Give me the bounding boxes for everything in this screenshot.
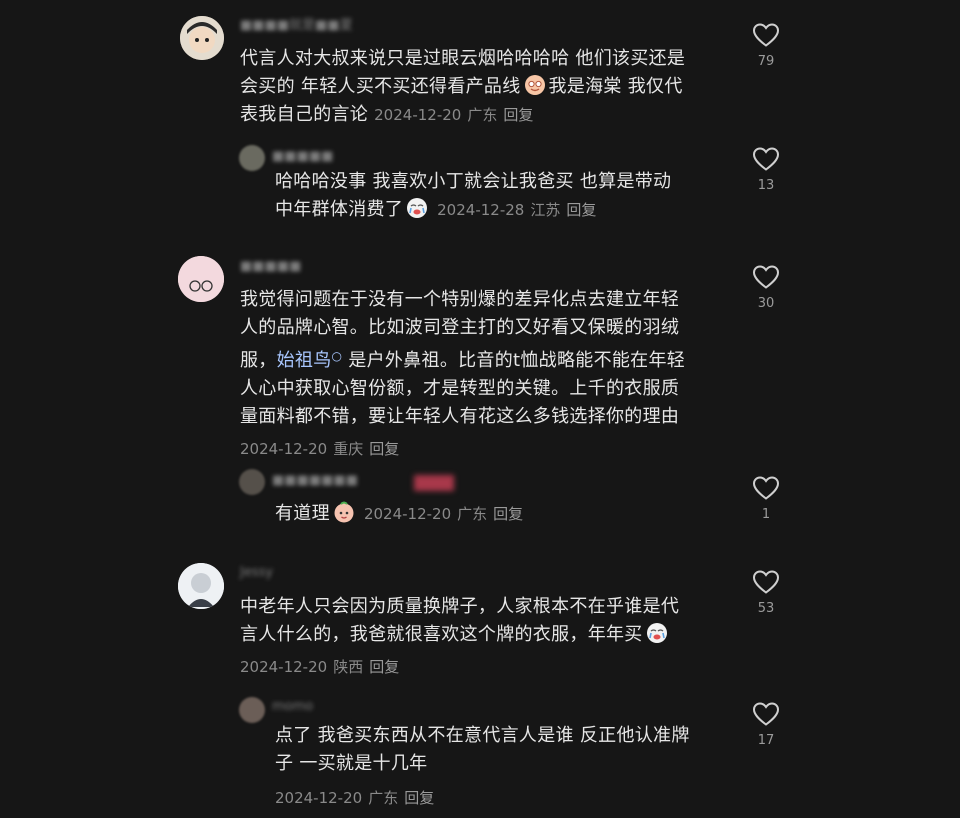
reply-button[interactable]: 回复: [369, 658, 399, 676]
reply-button[interactable]: 回复: [404, 789, 434, 807]
avatar[interactable]: [239, 469, 265, 495]
comment-location: 广东: [457, 505, 488, 523]
heart-outline-icon: [752, 147, 780, 171]
search-link[interactable]: 始祖鸟: [277, 350, 332, 371]
emoji-sticker-icon: [646, 622, 668, 644]
comment-date: 2024-12-20: [275, 789, 363, 807]
like-count: 30: [757, 296, 775, 311]
username[interactable]: ■■■■■: [272, 148, 333, 166]
username[interactable]: ■■■■■■■: [272, 472, 358, 490]
avatar[interactable]: [180, 16, 224, 60]
comment-location: 广东: [467, 106, 498, 124]
comment-text: 中老年人只会因为质量换牌子，人家根本不在乎谁是代 言人什么的，我爸就很喜欢这个牌…: [240, 596, 680, 676]
reply-button[interactable]: 回复: [566, 201, 596, 219]
username[interactable]: ■■■■就是■■夏: [240, 17, 353, 35]
avatar[interactable]: [239, 145, 265, 171]
heart-outline-icon: [752, 265, 780, 289]
reply-button[interactable]: 回复: [493, 505, 523, 523]
comment-date: 2024-12-20: [240, 658, 328, 676]
like-count: 13: [757, 178, 775, 193]
comment-text: 代言人对大叔来说只是过眼云烟哈哈哈哈 他们该买还是 会买的 年轻人买不买还得看产…: [240, 48, 686, 125]
comment-location: 广东: [368, 789, 399, 807]
comment-list: ■■■■就是■■夏 代言人对大叔来说只是过眼云烟哈哈哈哈 他们该买还是 会买的 …: [0, 0, 960, 818]
username[interactable]: Jessy: [240, 564, 273, 582]
emoji-sticker-icon: [406, 197, 428, 219]
comment-text: 点了 我爸买东西从不在意代言人是谁 反正他认准牌 子 一买就是十几年 2024-…: [275, 725, 690, 807]
avatar[interactable]: [178, 256, 224, 302]
like-button[interactable]: 1: [746, 475, 786, 522]
heart-outline-icon: [752, 23, 780, 47]
heart-outline-icon: [752, 570, 780, 594]
comment-location: 重庆: [333, 440, 364, 458]
username[interactable]: momo: [272, 698, 313, 716]
comment-text: 我觉得问题在于没有一个特别爆的差异化点去建立年轻 人的品牌心智。比如波司登主打的…: [240, 289, 686, 458]
avatar[interactable]: [239, 697, 265, 723]
search-link-icon: ○: [331, 349, 343, 363]
reply-button[interactable]: 回复: [503, 106, 533, 124]
emoji-sticker-icon: [524, 74, 546, 96]
comment-text: 哈哈哈没事 我喜欢小丁就会让我爸买 也算是带动 中年群体消费了 2024-12-…: [275, 171, 672, 220]
comment-text: 有道理 2024-12-20 广东 回复: [275, 501, 524, 524]
comment-date: 2024-12-20: [374, 106, 462, 124]
like-button[interactable]: 30: [746, 264, 786, 311]
comment-location: 陕西: [333, 658, 364, 676]
heart-outline-icon: [752, 702, 780, 726]
like-button[interactable]: 17: [746, 701, 786, 748]
heart-outline-icon: [752, 476, 780, 500]
like-count: 1: [761, 507, 771, 522]
comment-date: 2024-12-20: [240, 440, 328, 458]
like-count: 53: [757, 601, 775, 616]
username[interactable]: ■■■■■: [240, 258, 301, 276]
like-count: 17: [757, 733, 775, 748]
comment-date: 2024-12-20: [363, 505, 452, 523]
like-button[interactable]: 13: [746, 146, 786, 193]
reply-button[interactable]: 回复: [369, 440, 399, 458]
avatar[interactable]: [178, 563, 224, 609]
like-count: 79: [757, 54, 775, 69]
comment-date: 2024-12-28: [437, 201, 525, 219]
comment-location: 江苏: [530, 201, 561, 219]
like-button[interactable]: 53: [746, 569, 786, 616]
emoji-sticker-icon: [333, 501, 355, 523]
like-button[interactable]: 79: [746, 22, 786, 69]
redacted-badge: [414, 475, 454, 491]
